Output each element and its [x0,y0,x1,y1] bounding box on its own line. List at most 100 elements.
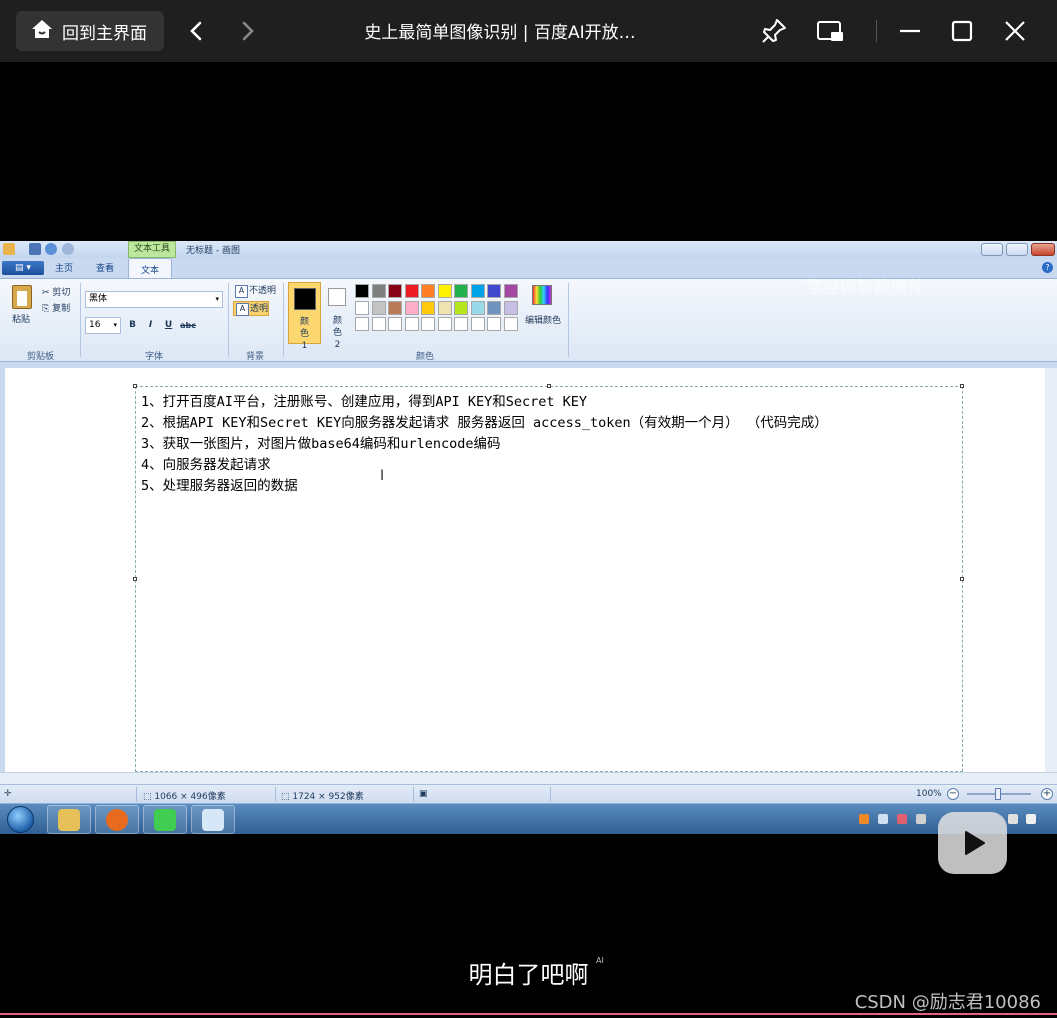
palette-color-swatch[interactable] [454,300,468,315]
zoom-out-button[interactable]: − [947,788,959,800]
vertical-scrollbar[interactable] [1045,368,1057,772]
pin-button[interactable] [758,15,790,47]
paste-icon[interactable] [12,285,32,309]
palette-color-swatch[interactable] [470,284,485,298]
palette-color-swatch[interactable] [404,284,419,298]
network-icon[interactable] [878,814,888,824]
color-1-button[interactable]: 颜色 1 [288,282,321,351]
palette-color-swatch[interactable] [421,300,435,315]
taskbar-explorer[interactable] [47,805,91,834]
tab-text[interactable]: 文本 [128,258,173,279]
palette-color-swatch[interactable] [470,317,485,331]
resize-handle[interactable] [133,577,137,581]
palette-color-swatch[interactable] [355,317,369,331]
paint-close-button[interactable] [1031,243,1055,256]
play-button[interactable] [938,812,1007,874]
palette-color-swatch[interactable] [404,300,419,315]
tray-app-icon[interactable] [1026,814,1036,824]
font-family-select[interactable]: 黑体 ▾ [85,291,223,308]
palette-color-swatch[interactable] [355,284,369,298]
file-menu-button[interactable]: ▤ ▾ [2,261,44,275]
selection-size: ⬚ 1066 × 496像素 [143,789,226,802]
paint-restore-button[interactable] [1006,243,1028,256]
redo-icon[interactable] [62,243,74,255]
forward-button[interactable] [234,17,262,45]
zoom-slider-thumb[interactable] [995,788,1001,800]
palette-color-swatch[interactable] [388,317,402,331]
video-progress-bar[interactable] [0,1013,1057,1015]
opaque-option[interactable]: 不透明 [233,284,276,299]
home-label: 回到主界面 [62,23,147,44]
clipboard-group-label: 剪贴板 [27,352,55,362]
minimize-button[interactable] [894,15,926,47]
palette-color-swatch[interactable] [355,300,369,315]
ribbon-separator [228,283,229,357]
palette-color-swatch[interactable] [371,317,386,331]
palette-color-swatch[interactable] [404,317,419,331]
resize-handle[interactable] [547,384,551,388]
tab-home[interactable]: 主页 [55,261,73,274]
palette-color-swatch[interactable] [421,284,435,298]
volume-icon[interactable] [1008,814,1018,824]
zoom-in-button[interactable]: + [1041,788,1053,800]
color-1-label: 颜色 1 [299,317,309,351]
resize-handle[interactable] [960,384,964,388]
drawing-canvas[interactable]: 1、打开百度AI平台，注册账号、创建应用，得到API KEY和Secret KE… [5,368,1045,772]
strikethrough-button[interactable]: abc [179,318,197,333]
palette-color-swatch[interactable] [454,284,468,298]
palette-color-swatch[interactable] [421,317,435,331]
maximize-button[interactable] [946,15,978,47]
picture-in-picture-icon [817,21,843,41]
palette-color-swatch[interactable] [437,317,452,331]
tray-app-icon[interactable] [916,814,926,824]
palette-color-swatch[interactable] [503,284,518,298]
start-button[interactable] [7,806,34,833]
palette-color-swatch[interactable] [437,284,452,298]
save-icon[interactable] [29,243,41,255]
help-icon[interactable]: ? [1042,262,1053,273]
palette-color-swatch[interactable] [388,284,402,298]
resize-handle[interactable] [133,384,137,388]
palette-color-swatch[interactable] [470,300,485,315]
underline-button[interactable]: U [161,318,176,333]
palette-color-swatch[interactable] [487,300,501,315]
palette-color-swatch[interactable] [437,300,452,315]
pip-button[interactable] [814,15,846,47]
palette-color-swatch[interactable] [487,317,501,331]
ribbon-separator [283,283,284,357]
taskbar-qt[interactable] [143,805,187,834]
resize-handle[interactable] [960,577,964,581]
paint-minimize-button[interactable] [981,243,1003,256]
paste-label[interactable]: 粘贴 [12,312,30,325]
palette-color-swatch[interactable] [388,300,402,315]
dropdown-arrow-icon: ▾ [215,295,219,303]
taskbar-paint[interactable] [191,805,235,834]
cut-button[interactable]: ✂ 剪切 [42,285,70,298]
edit-colors-label[interactable]: 编辑颜色 [525,313,561,326]
home-button[interactable]: 回到主界面 [16,11,164,51]
close-button[interactable] [999,15,1031,47]
undo-icon[interactable] [45,243,57,255]
bold-button[interactable]: B [125,318,140,333]
tab-view[interactable]: 查看 [96,261,114,274]
paint-window: 文本工具 无标题 - 画图 ▤ ▾ 主页 查看 文本 ? 粘贴 ✂ 剪切 ⎘ 复… [0,241,1057,834]
taskbar-firefox[interactable] [95,805,139,834]
palette-color-swatch[interactable] [371,284,386,298]
back-button[interactable] [182,17,210,45]
palette-color-swatch[interactable] [487,284,501,298]
minimize-icon [900,29,920,33]
font-size-select[interactable]: 16 ▾ [85,317,121,334]
transparent-option[interactable]: 透明 [233,301,270,316]
copy-button[interactable]: ⎘ 复制 [42,301,70,314]
italic-button[interactable]: I [143,318,158,333]
palette-color-swatch[interactable] [503,300,518,315]
horizontal-scrollbar[interactable] [0,772,1057,784]
edit-colors-icon[interactable] [532,285,552,305]
tray-app-icon[interactable] [897,814,907,824]
tray-app-icon[interactable] [859,814,869,824]
palette-color-swatch[interactable] [454,317,468,331]
palette-color-swatch[interactable] [503,317,518,331]
color-2-button[interactable]: 颜色 2 [325,282,350,350]
palette-color-swatch[interactable] [371,300,386,315]
image-size-value: 1724 × 952像素 [292,792,364,802]
